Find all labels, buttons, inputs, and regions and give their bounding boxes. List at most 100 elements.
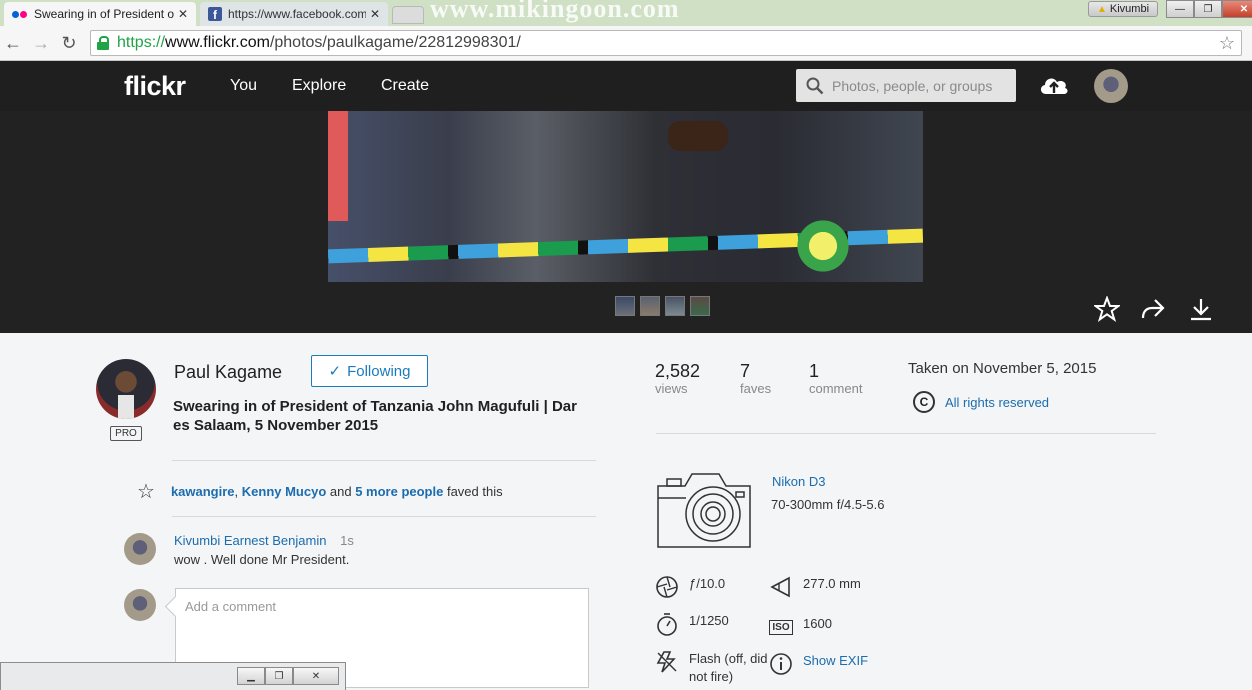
lens-icon [769, 575, 793, 599]
faves-suffix: faved this [443, 484, 503, 499]
comment-time[interactable]: 1s [340, 533, 354, 548]
stat-views: 2,582 views [655, 361, 700, 396]
license: C All rights reserved [913, 391, 1049, 413]
divider [656, 433, 1156, 434]
exif-aperture: ƒ/10.0 [655, 575, 725, 599]
thumbnail[interactable] [690, 296, 710, 316]
fave-star-icon[interactable] [1094, 296, 1120, 322]
facebook-favicon-icon: f [208, 7, 222, 21]
upload-cloud-icon[interactable] [1038, 72, 1070, 98]
search-input[interactable] [832, 77, 1012, 94]
star-icon: ☆ [137, 481, 155, 503]
tab-flickr[interactable]: Swearing in of President o ✕ [4, 2, 196, 26]
profile-name: Kivumbi [1109, 3, 1150, 15]
address-bar[interactable]: https:// www.flickr.com /photos/paulkaga… [90, 30, 1242, 56]
pro-badge: PRO [110, 426, 142, 441]
thumbnail[interactable] [665, 296, 685, 316]
following-button[interactable]: ✓ Following [311, 355, 428, 387]
fave-user-link[interactable]: Kenny Mucyo [242, 484, 327, 499]
camera-icon [657, 473, 751, 548]
back-arrow-icon[interactable]: ← [2, 32, 24, 54]
restore-down-button[interactable]: ▁ [237, 667, 265, 685]
exif-iso: ISO 1600 [769, 615, 832, 639]
reload-icon[interactable]: ↻ [58, 32, 80, 54]
main-photo[interactable] [328, 111, 923, 282]
following-label: Following [347, 362, 411, 380]
flash-icon [655, 650, 679, 674]
stat-label: faves [740, 381, 772, 396]
owner-name[interactable]: Paul Kagame [174, 362, 282, 383]
focal-length-value: 277.0 mm [803, 576, 861, 591]
show-exif-link[interactable]: Show EXIF [803, 652, 868, 670]
my-comment-avatar [124, 589, 156, 621]
camera-model-link[interactable]: Nikon D3 [772, 474, 825, 489]
flickr-header: flickr You Explore Create [0, 61, 1252, 111]
info-icon [769, 652, 793, 676]
comment-author-link[interactable]: Kivumbi Earnest Benjamin [174, 533, 326, 548]
browser-tabstrip: www.mikingoon.com Swearing in of Preside… [0, 0, 1252, 26]
faves-summary: ☆ kawangire , Kenny Mucyo and 5 more peo… [137, 479, 503, 504]
divider [172, 516, 596, 517]
camera-lens: 70-300mm f/4.5-5.6 [771, 497, 885, 512]
license-link[interactable]: All rights reserved [945, 395, 1049, 410]
exif-focal-length: 277.0 mm [769, 575, 861, 599]
close-window-button[interactable]: ✕ [1222, 0, 1252, 18]
divider [172, 460, 596, 461]
maximize-button[interactable]: ❐ [1194, 0, 1222, 18]
user-icon: ▲ [1096, 3, 1107, 15]
bookmark-star-icon[interactable]: ☆ [1219, 33, 1235, 54]
browser-toolbar: ← → ↻ https:// www.flickr.com /photos/pa… [0, 26, 1252, 61]
search-icon [806, 77, 824, 94]
iso-label: ISO [769, 619, 793, 635]
comment-text: wow . Well done Mr President. [174, 552, 350, 567]
download-icon[interactable] [1188, 296, 1214, 322]
share-icon[interactable] [1140, 296, 1166, 322]
fave-user-link[interactable]: kawangire [171, 484, 235, 499]
flickr-logo[interactable]: flickr [124, 71, 186, 102]
owner-avatar[interactable] [96, 359, 156, 419]
comment-avatar[interactable] [124, 533, 156, 565]
photo-detail [328, 111, 348, 221]
stat-comments[interactable]: 1 comment [809, 361, 862, 396]
comment-header: Kivumbi Earnest Benjamin 1s [174, 533, 354, 548]
shutter-value: 1/1250 [689, 613, 729, 628]
maximize-button[interactable]: ❐ [265, 667, 293, 685]
photo-detail [793, 211, 853, 281]
user-avatar[interactable] [1094, 69, 1128, 103]
tab-close-icon[interactable]: ✕ [370, 7, 380, 21]
close-window-button[interactable]: ✕ [293, 667, 339, 685]
tab-label: https://www.facebook.com [228, 7, 366, 21]
nav-explore[interactable]: Explore [292, 77, 346, 95]
thumbnail[interactable] [615, 296, 635, 316]
faves-separator: , [234, 484, 242, 499]
stat-label: views [655, 381, 688, 396]
search-box [796, 69, 1016, 102]
iso-icon: ISO [769, 615, 793, 639]
aperture-icon [655, 575, 679, 599]
background-banner: www.mikingoon.com [430, 0, 680, 23]
show-exif: Show EXIF [769, 652, 868, 676]
stat-value: 1 [809, 361, 820, 381]
nav-you[interactable]: You [230, 77, 257, 95]
nav-create[interactable]: Create [381, 77, 429, 95]
flash-value: Flash (off, did not fire) [689, 651, 768, 684]
taken-date[interactable]: Taken on November 5, 2015 [908, 360, 1096, 377]
new-tab-button[interactable] [392, 6, 424, 24]
thumbnail[interactable] [640, 296, 660, 316]
stat-value: 2,582 [655, 361, 701, 381]
minimized-window[interactable]: ▁ ❐ ✕ [0, 662, 346, 690]
stat-value: 7 [740, 361, 751, 381]
aperture-value: ƒ/10.0 [689, 576, 726, 591]
minimize-button[interactable]: — [1166, 0, 1194, 18]
profile-button[interactable]: ▲ Kivumbi [1088, 1, 1158, 17]
stat-faves[interactable]: 7 faves [740, 361, 771, 396]
minimized-window-controls: ▁ ❐ ✕ [237, 667, 339, 685]
url-path: /photos/paulkagame/22812998301/ [269, 34, 521, 51]
tab-close-icon[interactable]: ✕ [178, 7, 188, 21]
copyright-icon: C [913, 391, 935, 413]
more-faves-link[interactable]: 5 more people [355, 484, 443, 499]
tab-facebook[interactable]: f https://www.facebook.com ✕ [200, 2, 388, 26]
lock-icon [97, 36, 109, 50]
exif-flash: Flash (off, did not fire) [655, 650, 769, 686]
forward-arrow-icon[interactable]: → [30, 32, 52, 54]
